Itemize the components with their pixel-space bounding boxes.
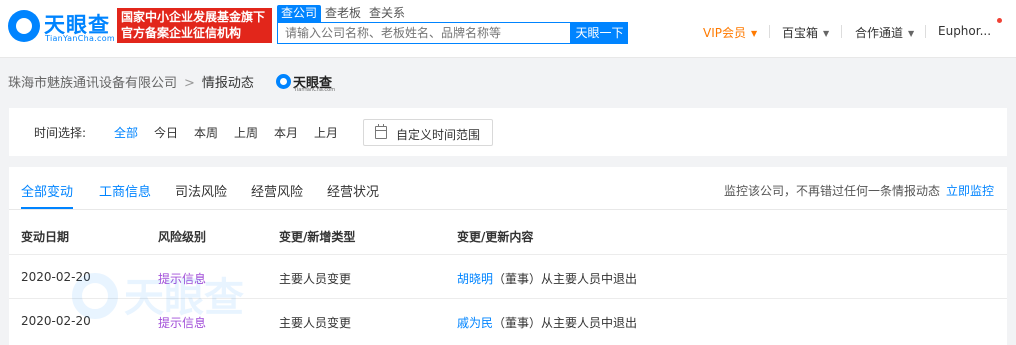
chevron-down-icon: ▼ [908,29,915,38]
nav-divider [769,25,770,38]
custom-range-button[interactable]: 自定义时间范围 [363,119,493,146]
tab-business-info[interactable]: 工商信息 [99,181,151,200]
user-name: Euphor... [938,24,992,38]
row-change-content: 胡晓明（董事）从主要人员中退出 [457,270,637,287]
search-tab-relation[interactable]: 查关系 [365,5,409,22]
nav-treasure-label: 百宝箱 [782,26,819,40]
time-filter-card: 时间选择: 全部 今日 本周 上周 本月 上月 自定义时间范围 [9,108,1007,156]
row-change-type: 主要人员变更 [279,316,352,330]
banner-line1: 国家中小企业发展基金旗下 [121,10,266,24]
row-date: 2020-02-20 [21,270,91,284]
nav-vip-label: VIP会员 [703,26,746,40]
row-divider [9,298,1007,299]
search-tab-boss[interactable]: 查老板 [321,5,365,22]
search-button[interactable]: 天眼一下 [571,22,628,44]
time-filter-label: 时间选择: [34,126,87,140]
row-change-type: 主要人员变更 [279,272,352,286]
time-option-last-week[interactable]: 上周 [234,124,258,141]
changes-card: 全部变动 工商信息 司法风险 经营风险 经营状况 监控该公司，不再错过任何一条情… [9,167,1007,345]
tab-all-changes[interactable]: 全部变动 [21,181,73,200]
monitor-now-link[interactable]: 立即监控 [946,184,994,198]
eye-logo-icon [276,74,291,89]
row-divider [9,254,1007,255]
column-header-content: 变更/更新内容 [457,230,534,244]
row-risk-level: 提示信息 [158,316,207,330]
nav-divider [841,25,842,38]
notification-dot-icon [997,18,1002,23]
column-header-type: 变更/新增类型 [279,230,356,244]
breadcrumb-company[interactable]: 珠海市魅族通讯设备有限公司 [8,76,177,91]
person-link[interactable]: 戚为民 [457,316,493,330]
nav-treasure[interactable]: 百宝箱 ▼ [782,24,829,41]
chevron-down-icon: ▼ [751,29,758,38]
logo-subtext: TianYanCha.com [45,34,115,43]
monitor-prompt: 监控该公司，不再错过任何一条情报动态 立即监控 [724,182,994,199]
person-link[interactable]: 胡晓明 [457,272,493,286]
time-option-last-month[interactable]: 上月 [314,124,338,141]
search-box [277,22,571,44]
calendar-icon [375,124,387,139]
chevron-down-icon: ▼ [823,29,830,38]
nav-cooperation-label: 合作通道 [855,26,904,40]
change-detail: （董事）从主要人员中退出 [493,272,638,286]
category-tabs: 全部变动 工商信息 司法风险 经营风险 经营状况 监控该公司，不再错过任何一条情… [9,167,1007,210]
time-option-this-week[interactable]: 本周 [194,124,218,141]
eye-logo-icon [8,10,40,42]
nav-divider [925,25,926,38]
nav-cooperation[interactable]: 合作通道 ▼ [855,24,914,41]
tab-operating-risk[interactable]: 经营风险 [251,181,303,200]
nav-vip[interactable]: VIP会员 ▼ [703,24,757,41]
monitor-text: 监控该公司，不再错过任何一条情报动态 [723,184,940,198]
search-input[interactable] [278,23,570,43]
search-tab-company[interactable]: 查公司 [277,5,322,22]
row-risk-level: 提示信息 [158,272,207,286]
official-banner: 国家中小企业发展基金旗下 官方备案企业征信机构 [117,8,272,43]
change-detail: （董事）从主要人员中退出 [493,316,638,330]
time-option-this-month[interactable]: 本月 [274,124,298,141]
nav-user[interactable]: Euphor... [938,24,991,38]
column-header-risk: 风险级别 [158,230,207,244]
breadcrumb-logo-sub: TianYanCha.com [294,87,336,93]
breadcrumb: 珠海市魅族通讯设备有限公司 > 情报动态 [8,72,254,91]
site-logo[interactable]: 天眼查 TianYanCha.com [8,8,118,44]
breadcrumb-current: 情报动态 [201,76,254,91]
top-header: 天眼查 TianYanCha.com 国家中小企业发展基金旗下 官方备案企业征信… [0,0,1016,58]
custom-range-label: 自定义时间范围 [396,128,481,142]
tab-judicial-risk[interactable]: 司法风险 [175,181,227,200]
row-date: 2020-02-20 [21,314,91,328]
banner-line2: 官方备案企业征信机构 [121,26,242,40]
time-option-today[interactable]: 今日 [154,124,178,141]
breadcrumb-separator: > [184,76,195,91]
time-option-all[interactable]: 全部 [114,124,138,141]
tab-operating-status[interactable]: 经营状况 [327,181,379,200]
row-change-content: 戚为民（董事）从主要人员中退出 [457,314,637,331]
active-tab-indicator [21,207,73,209]
column-header-date: 变动日期 [21,230,70,244]
breadcrumb-logo: 天眼查 TianYanCha.com [276,71,336,93]
search-type-tabs: 查公司 查老板 查关系 [277,5,409,22]
